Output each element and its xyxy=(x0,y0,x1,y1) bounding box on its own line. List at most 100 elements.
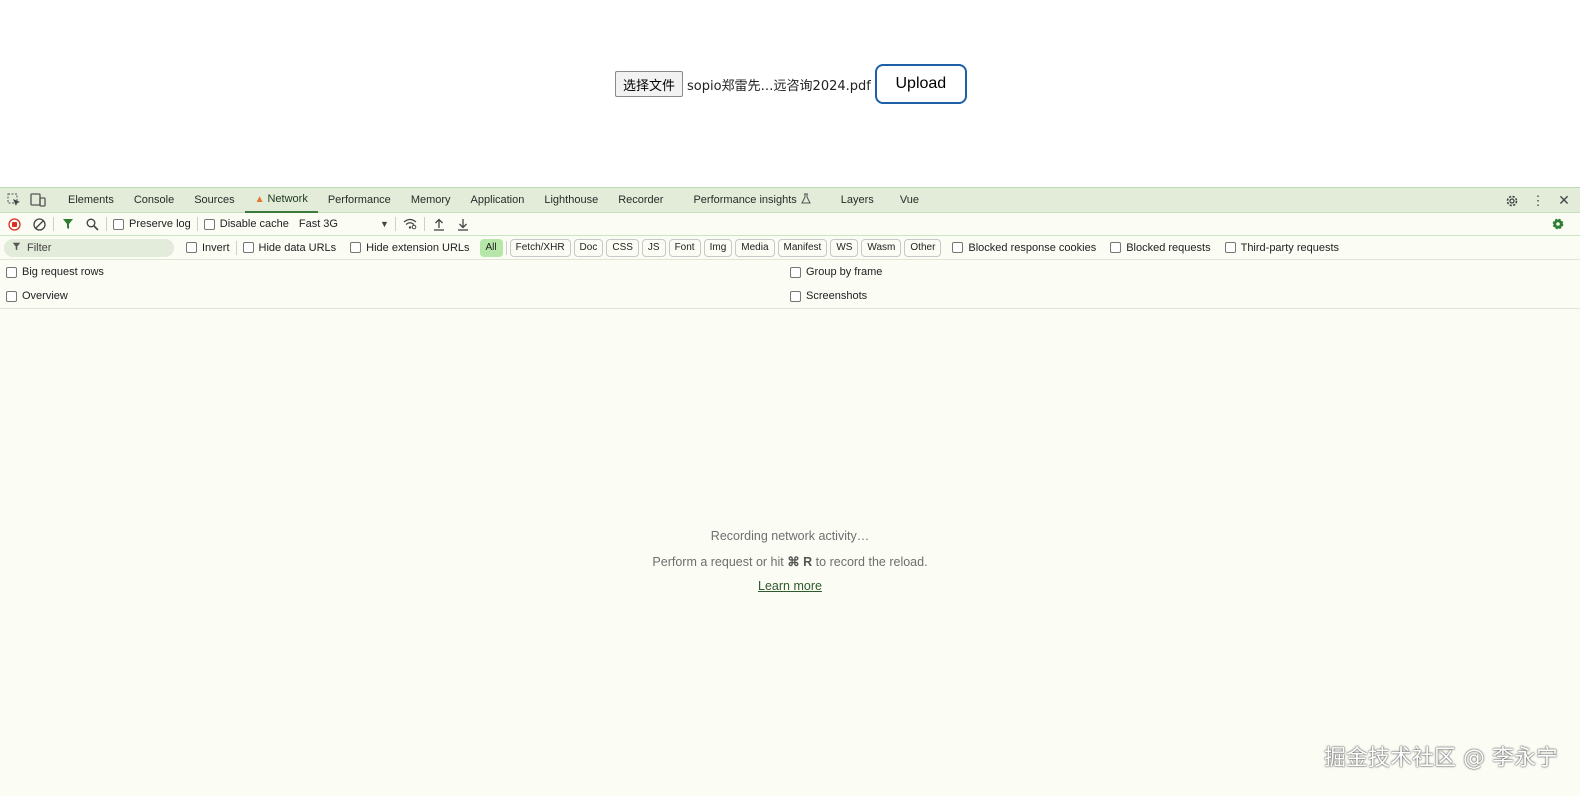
group-by-frame-box[interactable] xyxy=(790,266,801,278)
device-toolbar-icon[interactable] xyxy=(30,192,46,208)
invert-label: Invert xyxy=(202,241,230,254)
big-request-rows-checkbox[interactable]: Big request rows xyxy=(6,266,104,278)
tab-recorder[interactable]: Recorder xyxy=(608,188,673,213)
group-by-frame-label: Group by frame xyxy=(806,266,883,278)
export-har-icon[interactable] xyxy=(455,216,471,232)
dropdown-arrow-icon: ▼ xyxy=(379,219,389,229)
options-row-1: Big request rows Group by frame xyxy=(0,260,1580,284)
flask-icon xyxy=(800,193,811,207)
filter-bar: Filter Invert Hide data URLs Hide extens… xyxy=(0,236,1580,260)
selected-file-name: sopio郑雷先…远咨询2024.pdf xyxy=(687,78,871,94)
blocked-response-cookies-checkbox[interactable]: Blocked response cookies xyxy=(952,242,1096,254)
tab-performance[interactable]: Performance xyxy=(318,188,401,213)
inspect-element-icon[interactable] xyxy=(6,192,22,208)
disable-cache-label: Disable cache xyxy=(219,218,289,230)
big-request-rows-box[interactable] xyxy=(6,266,17,278)
devtools-panel: Elements Console Sources ▲ Network Perfo… xyxy=(0,187,1580,796)
group-by-frame-checkbox[interactable]: Group by frame xyxy=(790,266,882,278)
learn-more-link[interactable]: Learn more xyxy=(758,579,822,593)
preserve-log-label: Preserve log xyxy=(129,218,191,230)
search-icon[interactable] xyxy=(84,216,100,232)
preserve-log-box[interactable] xyxy=(113,218,124,230)
tab-lighthouse[interactable]: Lighthouse xyxy=(534,188,608,213)
blocked-requests-box[interactable] xyxy=(1110,242,1122,253)
network-toolbar: Preserve log Disable cache Fast 3G ▼ xyxy=(0,213,1580,236)
tab-layers[interactable]: Layers xyxy=(831,188,884,213)
hide-data-urls-label: Hide data URLs xyxy=(258,241,337,254)
invert-checkbox[interactable]: Invert xyxy=(186,242,230,254)
tab-elements[interactable]: Elements xyxy=(58,188,124,213)
type-filter-wasm[interactable]: Wasm xyxy=(861,238,902,257)
settings-gear-icon[interactable] xyxy=(1504,193,1520,209)
upload-form: 选择文件 sopio郑雷先…远咨询2024.pdf Upload xyxy=(615,64,967,104)
record-hint: Perform a request or hit ⌘ R to record t… xyxy=(0,554,1580,569)
options-row-2: Overview Screenshots xyxy=(0,284,1580,308)
tab-memory[interactable]: Memory xyxy=(401,188,461,213)
tab-network-label: Network xyxy=(267,193,308,205)
warning-icon: ▲ xyxy=(254,193,265,205)
tab-performance-insights-label: Performance insights xyxy=(693,194,797,206)
hide-extension-urls-checkbox[interactable]: Hide extension URLs xyxy=(350,241,470,254)
type-filter-js[interactable]: JS xyxy=(641,238,666,257)
hide-data-urls-checkbox[interactable]: Hide data URLs xyxy=(242,241,337,254)
filter-input[interactable]: Filter xyxy=(4,238,174,257)
overview-checkbox[interactable]: Overview xyxy=(6,290,68,302)
hide-extension-urls-box[interactable] xyxy=(350,242,362,253)
watermark: 掘金技术社区 @ 李永宁 xyxy=(1324,746,1558,771)
tab-vue[interactable]: Vue xyxy=(890,188,929,213)
type-filter-fetch-xhr[interactable]: Fetch/XHR xyxy=(509,238,571,257)
tab-network[interactable]: ▲ Network xyxy=(244,188,318,213)
close-icon[interactable]: ✕ xyxy=(1556,192,1572,209)
type-filter-ws[interactable]: WS xyxy=(830,238,859,257)
reload-shortcut: ⌘ R xyxy=(787,555,813,569)
choose-file-button[interactable]: 选择文件 xyxy=(615,71,684,97)
type-filter-doc[interactable]: Doc xyxy=(573,238,604,257)
disable-cache-checkbox[interactable]: Disable cache xyxy=(203,218,289,230)
learn-more-row: Learn more xyxy=(0,579,1580,593)
import-har-icon[interactable] xyxy=(431,216,447,232)
preserve-log-checkbox[interactable]: Preserve log xyxy=(113,218,191,230)
disable-cache-box[interactable] xyxy=(203,218,215,230)
third-party-requests-box[interactable] xyxy=(1224,242,1236,253)
type-filter-all[interactable]: All xyxy=(479,238,503,257)
network-settings-gear-icon[interactable] xyxy=(1550,216,1566,232)
blocked-requests-label: Blocked requests xyxy=(1126,241,1211,254)
third-party-requests-label: Third-party requests xyxy=(1240,241,1340,254)
invert-box[interactable] xyxy=(186,242,197,253)
filter-placeholder: Filter xyxy=(27,241,52,254)
blocked-response-cookies-box[interactable] xyxy=(952,242,964,253)
type-filter-media[interactable]: Media xyxy=(735,238,775,257)
record-stop-icon[interactable] xyxy=(6,216,22,232)
upload-button[interactable]: Upload xyxy=(874,64,967,104)
third-party-requests-checkbox[interactable]: Third-party requests xyxy=(1224,241,1340,254)
filter-funnel-icon[interactable] xyxy=(60,216,76,232)
type-filter-manifest[interactable]: Manifest xyxy=(777,238,828,257)
page-viewport: 选择文件 sopio郑雷先…远咨询2024.pdf Upload xyxy=(0,0,1580,187)
blocked-requests-checkbox[interactable]: Blocked requests xyxy=(1110,241,1211,254)
tab-performance-insights[interactable]: Performance insights xyxy=(683,188,820,213)
hide-extension-urls-label: Hide extension URLs xyxy=(366,241,470,254)
type-filter-css[interactable]: CSS xyxy=(606,238,639,257)
options-divider xyxy=(0,308,1580,309)
tab-sources[interactable]: Sources xyxy=(184,188,244,213)
more-options-icon[interactable]: ⋮ xyxy=(1530,193,1546,209)
blocked-response-cookies-label: Blocked response cookies xyxy=(968,241,1097,254)
throttling-select[interactable]: Fast 3G ▼ xyxy=(299,218,389,230)
type-filter-font[interactable]: Font xyxy=(668,238,701,257)
type-filter-other[interactable]: Other xyxy=(904,238,942,257)
recording-status: Recording network activity… xyxy=(710,529,870,543)
devtools-tab-bar: Elements Console Sources ▲ Network Perfo… xyxy=(0,188,1580,213)
screenshots-checkbox[interactable]: Screenshots xyxy=(790,290,867,302)
network-conditions-icon[interactable] xyxy=(402,216,418,232)
filter-funnel-small-icon xyxy=(12,242,21,254)
big-request-rows-label: Big request rows xyxy=(22,266,104,278)
clear-icon[interactable] xyxy=(31,216,47,232)
hide-data-urls-box[interactable] xyxy=(242,242,254,253)
tab-console[interactable]: Console xyxy=(124,188,184,213)
screenshots-label: Screenshots xyxy=(806,290,868,302)
tab-application[interactable]: Application xyxy=(461,188,535,213)
overview-box[interactable] xyxy=(6,290,17,302)
screenshots-box[interactable] xyxy=(790,290,801,302)
overview-label: Overview xyxy=(22,290,68,302)
type-filter-img[interactable]: Img xyxy=(703,238,733,257)
